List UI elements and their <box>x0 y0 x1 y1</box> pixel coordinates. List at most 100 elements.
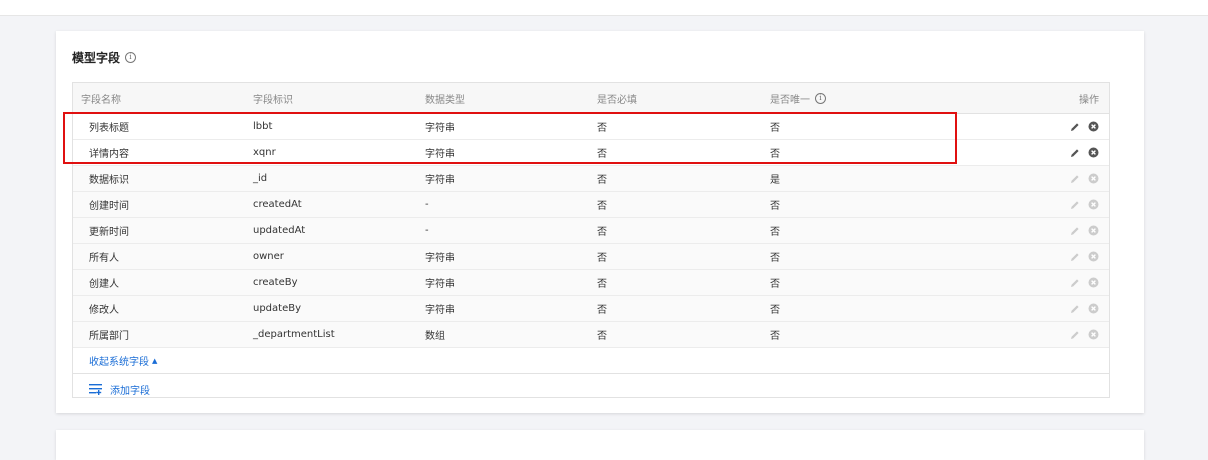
data-type-cell: 字符串 <box>425 149 455 160</box>
field-name-cell: 数据标识 <box>89 175 129 186</box>
required-cell: 否 <box>597 305 607 316</box>
field-name-cell: 修改人 <box>89 305 119 316</box>
field-name-cell: 所属部门 <box>89 331 129 342</box>
unique-cell: 否 <box>770 305 780 316</box>
collapse-system-fields-link[interactable]: 收起系统字段 ▲ <box>73 348 1109 374</box>
section-title-text: 模型字段 <box>72 51 121 65</box>
required-cell: 否 <box>597 149 607 160</box>
row-actions <box>1070 166 1099 191</box>
row-actions <box>1070 270 1099 295</box>
required-cell: 否 <box>597 175 607 186</box>
collapse-label: 收起系统字段 <box>89 357 149 368</box>
section-title: 模型字段 i <box>72 49 137 66</box>
field-id-cell: updatedAt <box>253 225 306 236</box>
header-unique-label: 是否唯一 <box>770 94 810 106</box>
add-field-label: 添加字段 <box>110 385 150 397</box>
field-name-cell: 更新时间 <box>89 227 129 238</box>
unique-cell: 否 <box>770 123 780 134</box>
field-id-cell: owner <box>253 251 284 262</box>
data-type-cell: 字符串 <box>425 305 455 316</box>
data-type-cell: 字符串 <box>425 123 455 134</box>
row-actions <box>1070 140 1099 165</box>
data-type-cell: - <box>425 225 429 236</box>
edit-icon <box>1071 252 1079 261</box>
field-name-cell: 列表标题 <box>89 123 129 134</box>
edit-icon[interactable] <box>1070 148 1080 158</box>
header-operations: 操作 <box>1079 94 1099 106</box>
row-actions <box>1070 322 1099 347</box>
add-list-icon <box>89 384 102 395</box>
row-actions <box>1070 244 1099 269</box>
edit-icon[interactable] <box>1070 122 1080 132</box>
header-unique: 是否唯一 i <box>770 83 826 113</box>
field-id-cell: _departmentList <box>253 329 335 340</box>
delete-icon <box>1088 251 1099 262</box>
edit-icon <box>1071 330 1079 339</box>
unique-cell: 否 <box>770 279 780 290</box>
caret-up-icon: ▲ <box>152 356 158 365</box>
table-row: 创建时间 createdAt - 否 否 <box>73 192 1109 218</box>
header-field-id: 字段标识 <box>253 94 293 106</box>
field-id-cell: createdAt <box>253 199 302 210</box>
table-row: 修改人 updateBy 字符串 否 否 <box>73 296 1109 322</box>
data-type-cell: 字符串 <box>425 279 455 290</box>
row-actions <box>1070 218 1099 243</box>
table-row: 所有人 owner 字符串 否 否 <box>73 244 1109 270</box>
unique-cell: 否 <box>770 331 780 342</box>
table-header: 字段名称 字段标识 数据类型 是否必填 是否唯一 i 操作 <box>73 83 1109 114</box>
unique-cell: 否 <box>770 149 780 160</box>
edit-icon <box>1071 304 1079 313</box>
unique-cell: 否 <box>770 201 780 212</box>
required-cell: 否 <box>597 331 607 342</box>
delete-icon <box>1088 303 1099 314</box>
header-field-name: 字段名称 <box>81 94 121 106</box>
edit-icon <box>1071 200 1079 209</box>
field-id-cell: _id <box>253 173 268 184</box>
unique-info-icon[interactable]: i <box>815 92 826 104</box>
add-field-button[interactable]: 添加字段 <box>73 374 1109 404</box>
field-id-cell: createBy <box>253 277 298 288</box>
unique-cell: 否 <box>770 227 780 238</box>
table-row: 创建人 createBy 字符串 否 否 <box>73 270 1109 296</box>
data-type-cell: 字符串 <box>425 253 455 264</box>
required-cell: 否 <box>597 279 607 290</box>
field-name-cell: 详情内容 <box>89 149 129 160</box>
delete-icon[interactable] <box>1088 147 1099 158</box>
required-cell: 否 <box>597 253 607 264</box>
model-fields-card: 模型字段 i 字段名称 字段标识 数据类型 是否必填 是否唯一 i 操作 列表标… <box>56 31 1144 413</box>
header-required: 是否必填 <box>597 94 637 106</box>
edit-icon <box>1071 278 1079 287</box>
table-row: 数据标识 _id 字符串 否 是 <box>73 166 1109 192</box>
table-row: 详情内容 xqnr 字符串 否 否 <box>73 140 1109 166</box>
delete-icon[interactable] <box>1088 121 1099 132</box>
field-id-cell: updateBy <box>253 303 302 314</box>
edit-icon <box>1071 226 1079 235</box>
data-type-cell: 数组 <box>425 331 445 342</box>
table-row: 所属部门 _departmentList 数组 否 否 <box>73 322 1109 348</box>
required-cell: 否 <box>597 123 607 134</box>
table-body: 列表标题 lbbt 字符串否否详情内容 xqnr 字符串否否数据标识 _id 字符串否是创建… <box>73 114 1109 348</box>
delete-icon <box>1088 277 1099 288</box>
required-cell: 否 <box>597 227 607 238</box>
unique-cell: 是 <box>770 175 780 186</box>
info-icon[interactable]: i <box>125 52 137 63</box>
edit-icon <box>1071 174 1079 183</box>
row-actions <box>1070 114 1099 139</box>
data-type-cell: 字符串 <box>425 175 455 186</box>
table-row: 更新时间 updatedAt - 否 否 <box>73 218 1109 244</box>
unique-cell: 否 <box>770 253 780 264</box>
delete-icon <box>1088 329 1099 340</box>
delete-icon <box>1088 199 1099 210</box>
field-name-cell: 创建人 <box>89 279 119 290</box>
row-actions <box>1070 296 1099 321</box>
field-name-cell: 创建时间 <box>89 201 129 212</box>
row-actions <box>1070 192 1099 217</box>
header-data-type: 数据类型 <box>425 94 465 106</box>
field-id-cell: xqnr <box>253 147 276 158</box>
table-row: 列表标题 lbbt 字符串 否 否 <box>73 114 1109 140</box>
next-card <box>56 430 1144 460</box>
top-bar <box>0 0 1208 16</box>
data-type-cell: - <box>425 199 429 210</box>
delete-icon <box>1088 225 1099 236</box>
fields-table: 字段名称 字段标识 数据类型 是否必填 是否唯一 i 操作 列表标题 lbbt 字符… <box>72 82 1110 398</box>
